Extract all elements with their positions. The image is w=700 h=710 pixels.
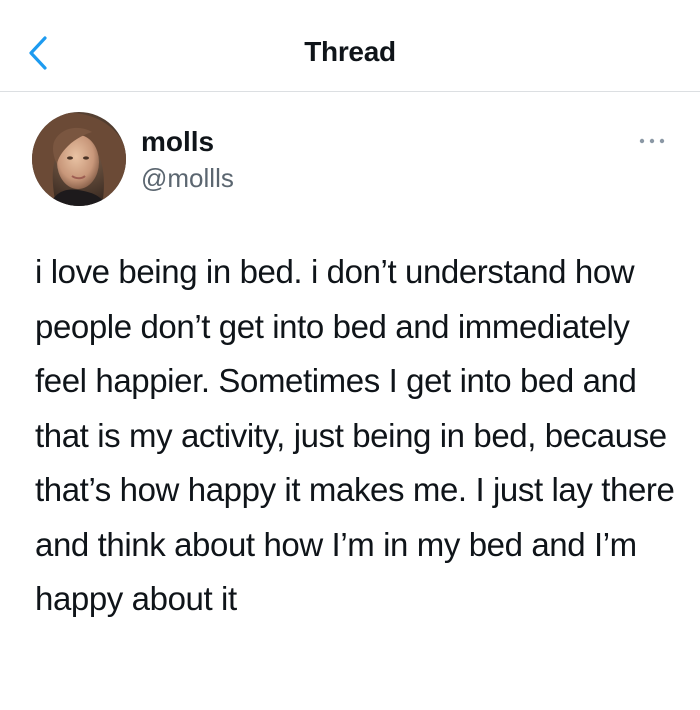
avatar[interactable] — [32, 112, 126, 206]
tweet-text: i love being in bed. i don’t understand … — [35, 253, 675, 617]
tweet: molls @mollls i love being in bed. i don… — [0, 92, 700, 710]
page-title: Thread — [304, 36, 396, 67]
author-handle: @mollls — [141, 163, 234, 193]
more-options-button[interactable] — [636, 132, 668, 150]
avatar-photo — [32, 112, 126, 206]
thread-header: Thread — [0, 0, 700, 92]
author-display-name[interactable]: molls — [141, 126, 214, 158]
more-dots-icon — [639, 138, 665, 144]
